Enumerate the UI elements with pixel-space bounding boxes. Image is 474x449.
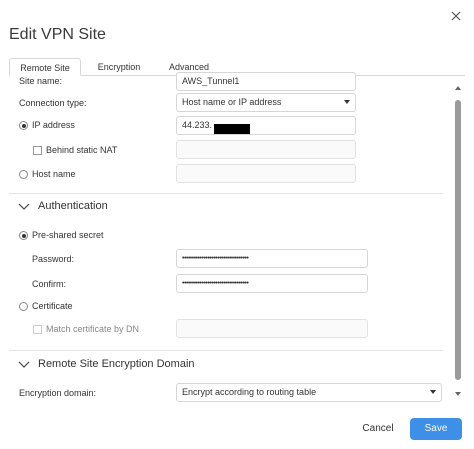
cancel-button[interactable]: Cancel	[352, 418, 404, 440]
chevron-down-icon	[344, 100, 350, 104]
chevron-down-icon	[430, 390, 436, 394]
save-button[interactable]: Save	[410, 418, 462, 440]
scrollbar-thumb[interactable]	[455, 100, 461, 380]
match-certificate-label: Match certificate by DN	[46, 324, 140, 334]
tab-encryption[interactable]: Encryption	[89, 58, 149, 76]
scroll-up-arrow[interactable]	[455, 86, 461, 90]
confirm-input[interactable]: ••••••••••••••••••••••••••••••••••	[176, 274, 368, 293]
password-input[interactable]: ••••••••••••••••••••••••••••••••••	[176, 249, 368, 268]
host-name-label: Host name	[32, 169, 76, 179]
dialog-title: Edit VPN Site	[9, 26, 106, 43]
site-name-input[interactable]: AWS_Tunnel1	[176, 72, 356, 91]
scroll-down-arrow[interactable]	[455, 392, 461, 396]
close-icon[interactable]	[449, 9, 463, 23]
encryption-domain-label: Encryption domain:	[19, 388, 97, 398]
preshared-secret-radio[interactable]	[19, 231, 28, 240]
connection-type-value: Host name or IP address	[182, 97, 282, 107]
edit-vpn-site-dialog: Edit VPN Site Remote Site Encryption Adv…	[0, 0, 474, 449]
authentication-section-title: Authentication	[38, 200, 108, 212]
ip-address-radio[interactable]	[19, 121, 28, 130]
static-nat-input[interactable]	[176, 140, 356, 159]
divider	[9, 193, 443, 194]
match-certificate-checkbox[interactable]	[33, 325, 42, 334]
connection-type-label: Connection type:	[19, 98, 87, 108]
behind-static-nat-checkbox[interactable]	[33, 146, 42, 155]
ip-address-label: IP address	[32, 120, 75, 130]
confirm-label: Confirm:	[32, 279, 67, 289]
password-label: Password:	[32, 254, 75, 264]
site-name-label: Site name:	[19, 76, 63, 86]
host-name-input[interactable]	[176, 164, 356, 183]
divider	[9, 350, 443, 351]
chevron-down-icon[interactable]	[18, 361, 30, 369]
encryption-domain-select[interactable]: Encrypt according to routing table	[176, 383, 442, 402]
certificate-label: Certificate	[32, 301, 73, 311]
ip-address-input[interactable]: 44.233.	[176, 116, 356, 135]
certificate-radio[interactable]	[19, 302, 28, 311]
host-name-radio[interactable]	[19, 170, 28, 179]
redaction-bar	[214, 124, 250, 134]
tab-remote-site[interactable]: Remote Site	[9, 58, 81, 76]
behind-static-nat-label: Behind static NAT	[46, 145, 118, 155]
preshared-secret-label: Pre-shared secret	[32, 230, 104, 240]
match-certificate-input[interactable]	[176, 319, 368, 338]
encryption-domain-value: Encrypt according to routing table	[182, 387, 317, 397]
encryption-domain-section-title: Remote Site Encryption Domain	[38, 358, 195, 370]
connection-type-select[interactable]: Host name or IP address	[176, 93, 356, 112]
chevron-down-icon[interactable]	[18, 203, 30, 211]
